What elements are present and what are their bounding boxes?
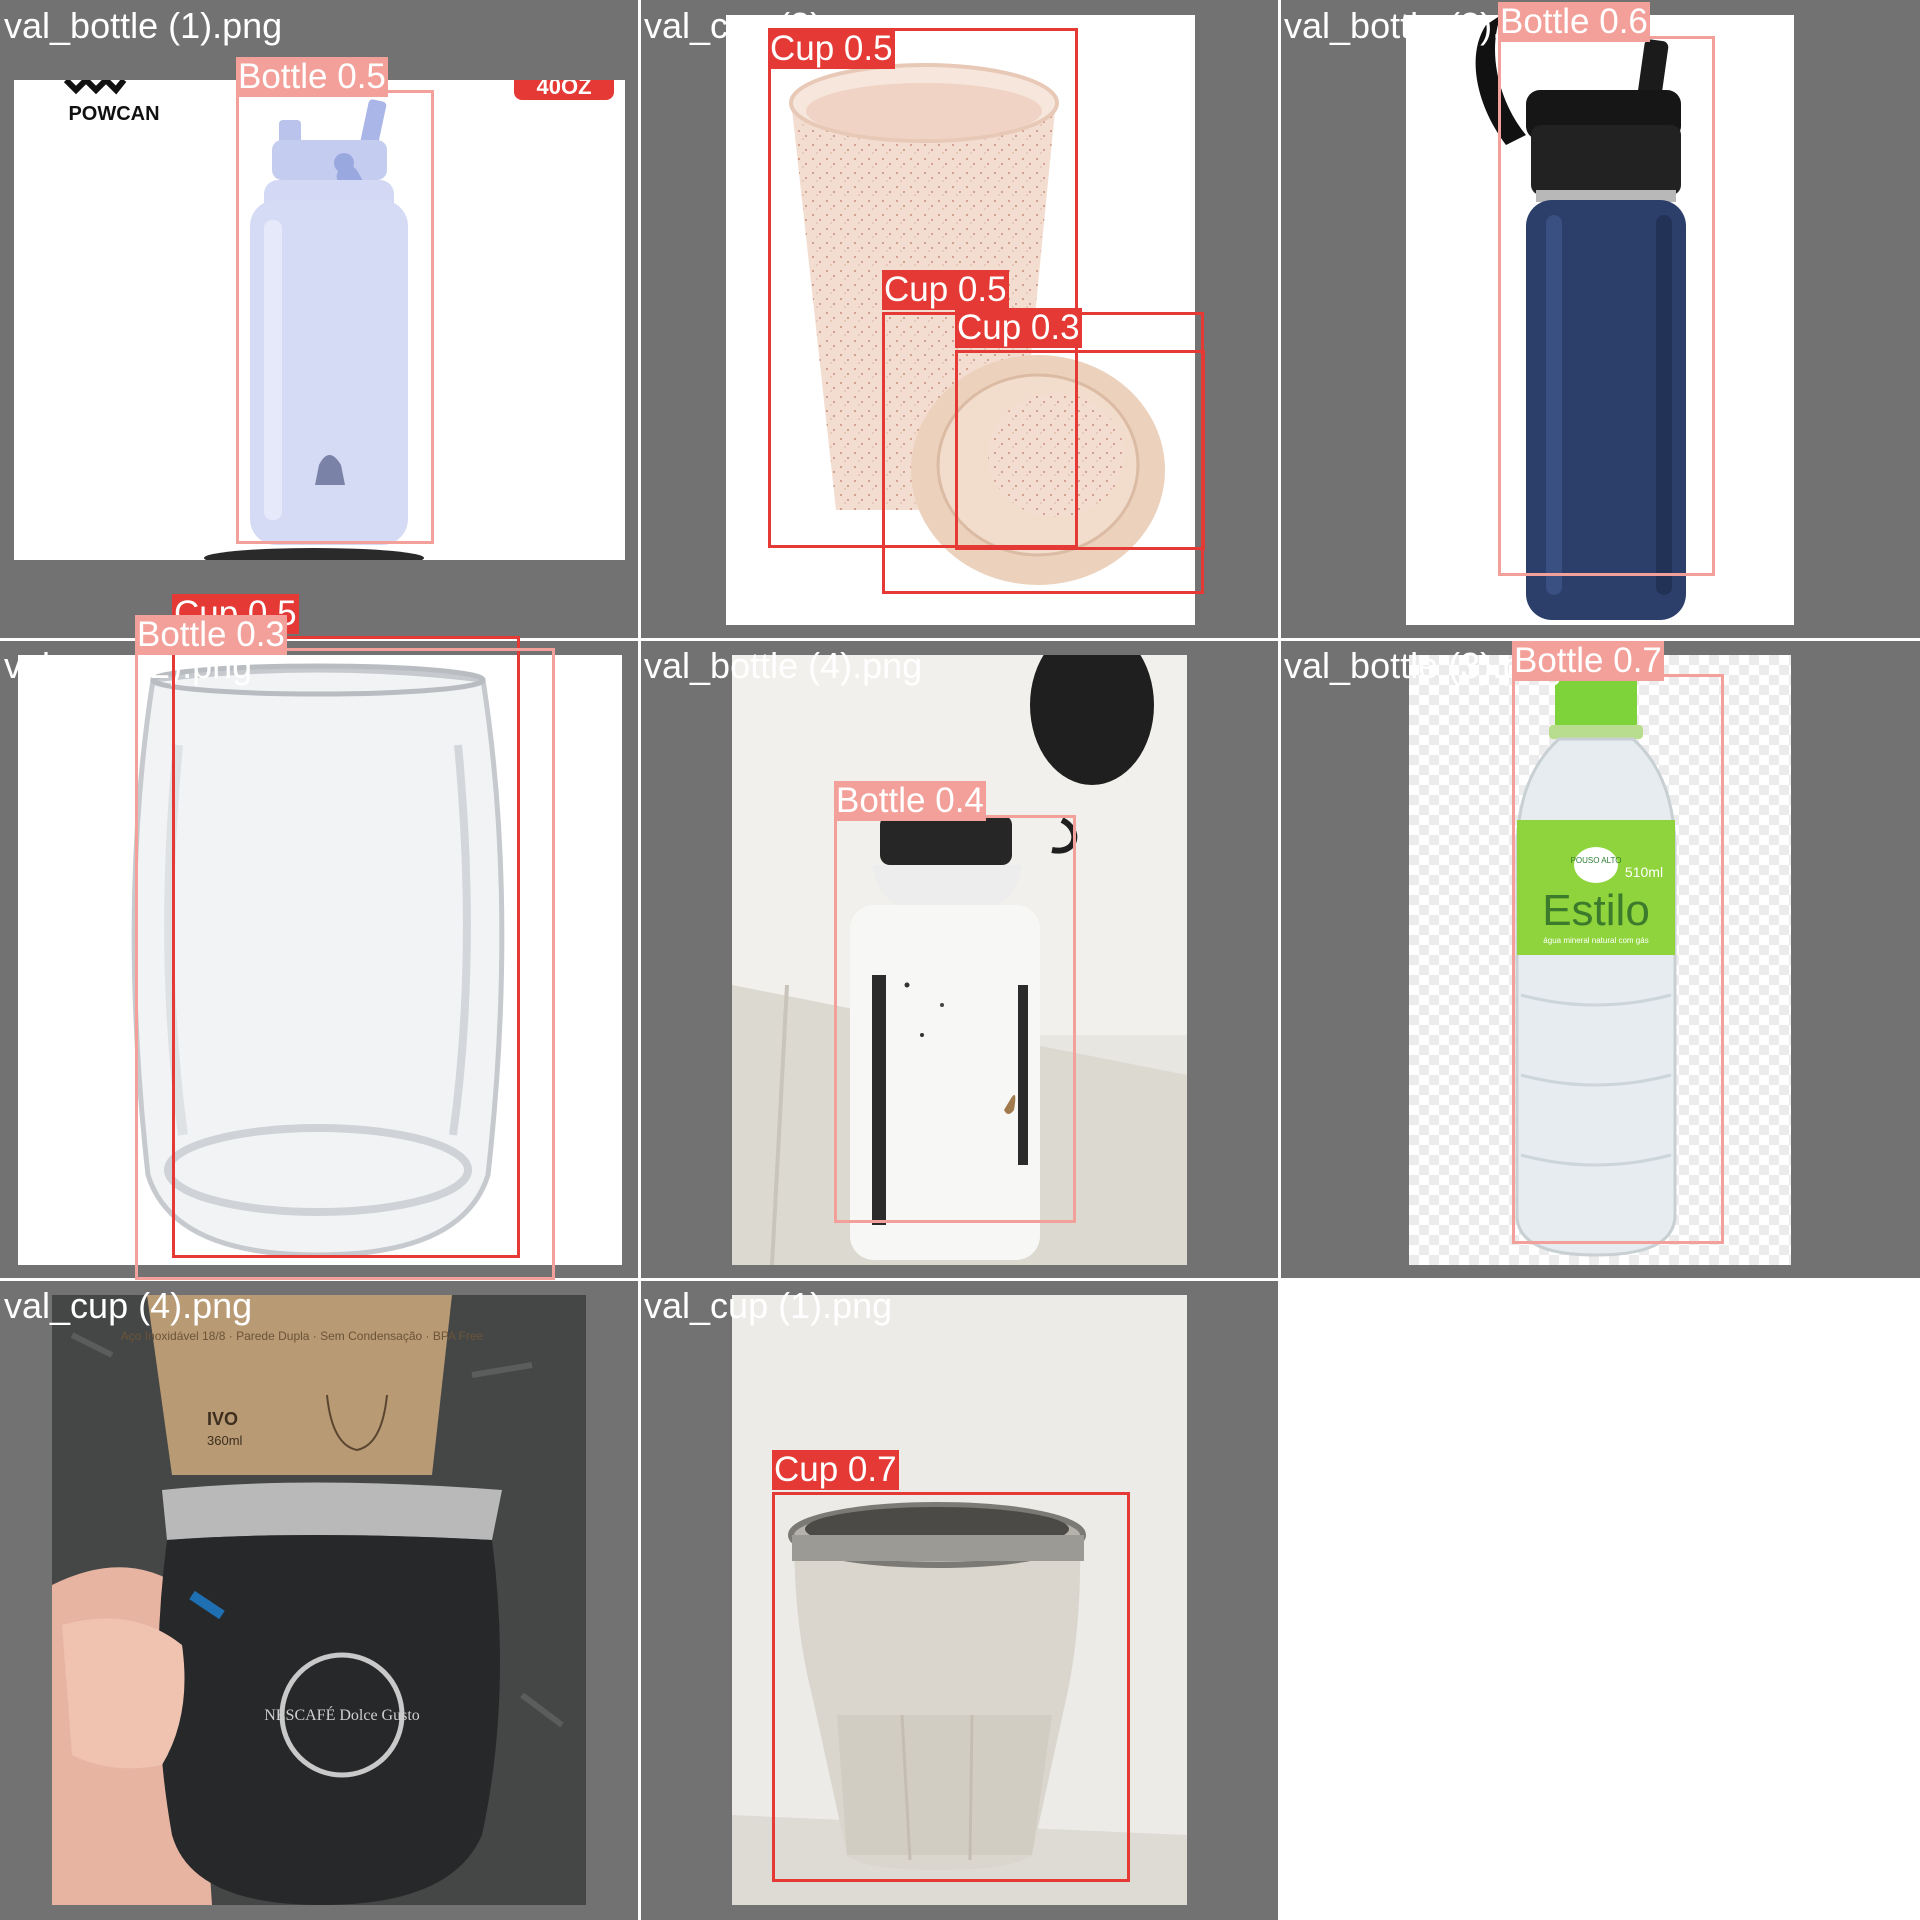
black-tumbler-image: Aço Inoxidável 18/8 · Parede Dupla · Sem…	[52, 1295, 586, 1905]
grid-line-horizontal-1	[0, 638, 1920, 641]
tile-val-bottle-1: 40OZ POWCAN val_bottle (1).png	[0, 0, 640, 640]
svg-text:IVO: IVO	[207, 1409, 238, 1429]
svg-text:Estilo: Estilo	[1542, 886, 1650, 935]
filename-label: val_cup (4).png	[4, 1285, 253, 1326]
svg-text:NESCAFÉ Dolce Gusto: NESCAFÉ Dolce Gusto	[264, 1705, 420, 1724]
grid-line-vertical-1	[638, 0, 641, 1920]
tile-val-cup-3: val_cup (3).png	[640, 0, 1280, 640]
filename-label: val_cup (2).png	[4, 645, 253, 686]
navy-bottle-image	[1475, 15, 1686, 620]
svg-text:510ml: 510ml	[1625, 864, 1663, 880]
tile-empty	[1280, 1280, 1920, 1920]
filename-label: val_bottle (2).png	[1284, 5, 1563, 46]
blue-bottle-image: 40OZ POWCAN	[63, 80, 614, 560]
grid-line-horizontal-2	[0, 1278, 1920, 1281]
tile-val-cup-1: val_cup (1).png	[640, 1280, 1280, 1920]
filename-label: val_bottle (1).png	[4, 5, 283, 46]
tile-val-cup-4: Aço Inoxidável 18/8 · Parede Dupla · Sem…	[0, 1280, 640, 1920]
filename-label: val_bottle (3).png	[1284, 645, 1563, 686]
filename-label: val_cup (1).png	[644, 1285, 893, 1326]
water-bottle-image: POUSO ALTO 510ml Estilo água mineral nat…	[1409, 655, 1791, 1265]
svg-text:360ml: 360ml	[207, 1433, 243, 1448]
photo-cup-1	[732, 1295, 1187, 1905]
filename-label: val_bottle (4).png	[644, 645, 923, 686]
grid-line-vertical-2	[1278, 0, 1281, 1920]
white-bottle-image	[732, 655, 1187, 1265]
photo-bottle-1: 40OZ POWCAN	[14, 80, 625, 560]
svg-text:40OZ: 40OZ	[536, 80, 591, 99]
filename-label: val_cup (3).png	[644, 5, 893, 46]
speckled-cup-image	[789, 63, 1165, 585]
detection-mosaic: 40OZ POWCAN val_bottle (1).png val_cup (…	[0, 0, 1920, 1920]
tile-val-bottle-4: val_bottle (4).png	[640, 640, 1280, 1280]
photo-bottle-3: POUSO ALTO 510ml Estilo água mineral nat…	[1409, 655, 1791, 1265]
svg-text:Aço Inoxidável 18/8 · Parede D: Aço Inoxidável 18/8 · Parede Dupla · Sem…	[121, 1329, 484, 1343]
tile-val-bottle-3: POUSO ALTO 510ml Estilo água mineral nat…	[1280, 640, 1920, 1280]
photo-bottle-4	[732, 655, 1187, 1265]
tile-val-bottle-2: val_bottle (2).png	[1280, 0, 1920, 640]
tile-val-cup-2: val_cup (2).png	[0, 640, 640, 1280]
photo-bottle-2	[1406, 15, 1794, 625]
svg-text:água mineral natural com gás: água mineral natural com gás	[1543, 936, 1648, 945]
photo-cup-2	[18, 655, 622, 1265]
photo-cup-3	[726, 15, 1195, 625]
brand-text: POWCAN	[68, 103, 159, 125]
glass-tumbler-image	[131, 663, 505, 1258]
stone-cup-image	[732, 1295, 1187, 1905]
svg-text:POUSO ALTO: POUSO ALTO	[1571, 856, 1622, 865]
photo-cup-4: Aço Inoxidável 18/8 · Parede Dupla · Sem…	[52, 1295, 586, 1905]
